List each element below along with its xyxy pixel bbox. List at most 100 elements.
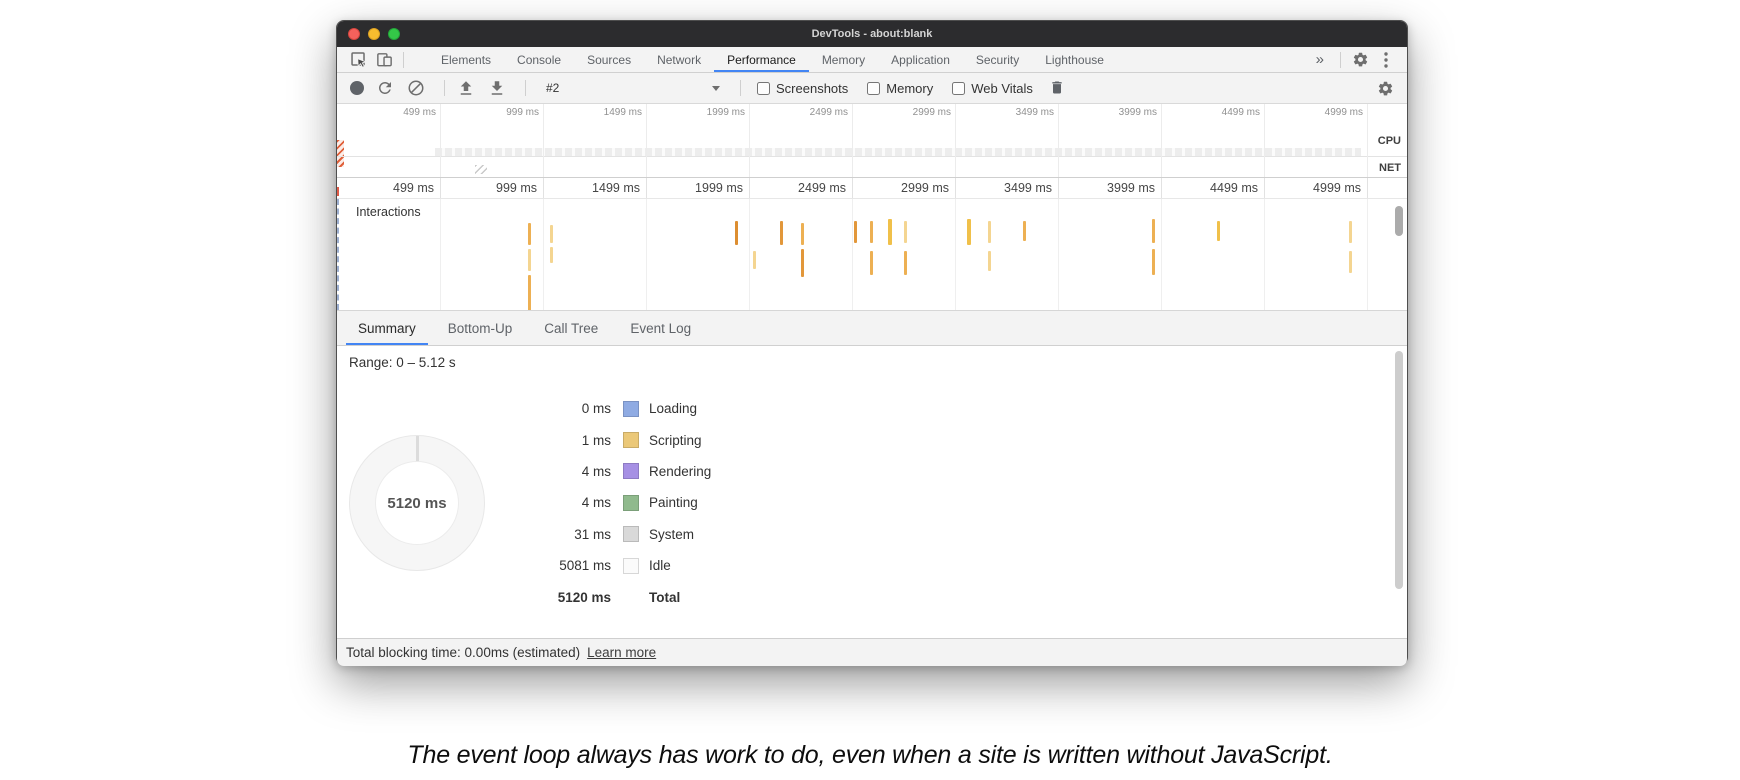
legend-swatch	[623, 526, 639, 543]
interactions-track[interactable]: Interactions	[337, 199, 1407, 311]
interaction-mark	[753, 251, 756, 269]
legend-swatch	[623, 463, 639, 480]
checkbox-label: Screenshots	[776, 80, 849, 96]
gridline	[440, 178, 441, 198]
interaction-mark	[854, 221, 857, 243]
panel-tab-summary[interactable]: Summary	[346, 311, 428, 345]
save-profile-icon[interactable]	[488, 79, 506, 97]
inspect-element-icon[interactable]	[345, 49, 371, 71]
cpu-label: CPU	[1377, 135, 1401, 147]
close-button[interactable]	[348, 28, 360, 40]
maximize-button[interactable]	[388, 28, 400, 40]
overview-tick-label: 1999 ms	[706, 107, 745, 118]
legend-value: 5081 ms	[559, 558, 611, 574]
legend-value: 31 ms	[574, 526, 611, 542]
tab-security[interactable]: Security	[963, 47, 1032, 72]
tab-sources[interactable]: Sources	[574, 47, 644, 72]
interaction-mark	[528, 249, 531, 271]
panel-tab-call-tree[interactable]: Call Tree	[532, 311, 610, 345]
learn-more-link[interactable]: Learn more	[587, 645, 656, 660]
legend-swatch	[623, 557, 639, 574]
ruler-tick-label: 999 ms	[496, 181, 537, 195]
more-tabs-chevron-icon[interactable]: »	[1306, 51, 1334, 68]
interaction-mark	[528, 223, 531, 245]
gridline	[955, 199, 956, 310]
settings-gear-icon[interactable]	[1347, 49, 1373, 71]
tab-application[interactable]: Application	[878, 47, 963, 72]
interaction-mark	[1217, 221, 1220, 241]
tab-memory[interactable]: Memory	[809, 47, 878, 72]
interaction-mark	[528, 275, 531, 310]
performance-toolbar: #2 Screenshots Memory Web Vitals	[337, 73, 1407, 104]
interaction-mark	[904, 251, 907, 275]
gridline	[955, 104, 956, 177]
checkbox[interactable]	[952, 81, 966, 95]
legend-row-rendering: 4 ms Rendering	[461, 456, 711, 487]
device-toolbar-icon[interactable]	[371, 49, 397, 71]
checkbox-item-screenshots[interactable]: Screenshots	[757, 81, 848, 96]
timeline-overview[interactable]: CPU NET 499 ms 999 ms 1499 ms 1999 ms 2499 m…	[337, 104, 1407, 178]
devtools-tabs: Elements Console Sources Network Performance…	[428, 47, 1117, 72]
panel-tab-event-log[interactable]: Event Log	[618, 311, 703, 345]
filmstrip-placeholder	[435, 148, 1361, 156]
ruler-tick-label: 4499 ms	[1210, 181, 1258, 195]
traffic-lights	[348, 28, 400, 40]
separator	[525, 80, 526, 96]
clear-icon[interactable]	[407, 79, 425, 97]
tab-elements[interactable]: Elements	[428, 47, 504, 72]
chevron-down-icon	[712, 85, 720, 91]
legend-label: Scripting	[649, 432, 702, 448]
gridline	[955, 178, 956, 198]
tab-network[interactable]: Network	[644, 47, 714, 72]
caption-text: The event loop always has work to do, ev…	[407, 741, 1333, 769]
gridline	[1264, 178, 1265, 198]
legend-label: Idle	[649, 558, 671, 574]
ruler-tick-label: 3999 ms	[1107, 181, 1155, 195]
interaction-mark	[1152, 249, 1155, 275]
separator	[444, 80, 445, 96]
interaction-mark	[801, 223, 804, 245]
gridline	[646, 178, 647, 198]
legend-label: System	[649, 526, 695, 542]
interaction-mark	[735, 221, 738, 245]
tab-lighthouse[interactable]: Lighthouse	[1032, 47, 1117, 72]
tab-console[interactable]: Console	[504, 47, 574, 72]
summary-scrollbar-thumb[interactable]	[1395, 351, 1403, 589]
summary-legend: 0 ms Loading 1 ms Scripting 4 ms Rendering 4 m…	[461, 393, 711, 613]
record-icon[interactable]	[350, 81, 364, 95]
checkbox-item-memory[interactable]: Memory	[867, 81, 933, 96]
ruler-tick-label: 1999 ms	[695, 181, 743, 195]
gridline	[1264, 199, 1265, 310]
legend-row-scripting: 1 ms Scripting	[461, 424, 711, 455]
track-scrollbar-thumb[interactable]	[1395, 206, 1403, 236]
toolbar-checkboxes: Screenshots Memory Web Vitals	[757, 81, 1033, 96]
gridline	[1367, 199, 1368, 310]
minimize-button[interactable]	[368, 28, 380, 40]
checkbox-label: Web Vitals	[971, 80, 1033, 96]
reload-and-record-icon[interactable]	[376, 79, 394, 97]
capture-settings-gear-icon[interactable]	[1372, 77, 1398, 99]
gridline	[543, 178, 544, 198]
legend-label: Rendering	[649, 463, 712, 479]
kebab-menu-icon[interactable]	[1373, 49, 1399, 71]
interactions-label: Interactions	[356, 205, 425, 219]
tab-performance[interactable]: Performance	[714, 47, 809, 72]
interaction-mark	[801, 249, 804, 277]
overview-tick-label: 999 ms	[506, 107, 539, 118]
range-label: Range: 0 – 5.12 s	[349, 355, 456, 370]
delete-recording-icon[interactable]	[1049, 79, 1067, 97]
checkbox[interactable]	[867, 81, 881, 95]
legend-label: Total	[649, 589, 681, 605]
profile-select[interactable]: #2	[538, 77, 728, 99]
overview-tick-label: 2999 ms	[912, 107, 951, 118]
profile-select-value: #2	[546, 81, 560, 95]
gridline	[1058, 199, 1059, 310]
ruler-tick-label: 4999 ms	[1313, 181, 1361, 195]
net-divider	[337, 156, 1407, 157]
gridline	[1058, 178, 1059, 198]
checkbox[interactable]	[757, 81, 770, 95]
panel-tab-bottom-up[interactable]: Bottom-Up	[436, 311, 525, 345]
load-profile-icon[interactable]	[457, 79, 475, 97]
legend-value: 1 ms	[581, 432, 611, 448]
checkbox-item-web-vitals[interactable]: Web Vitals	[952, 81, 1033, 96]
